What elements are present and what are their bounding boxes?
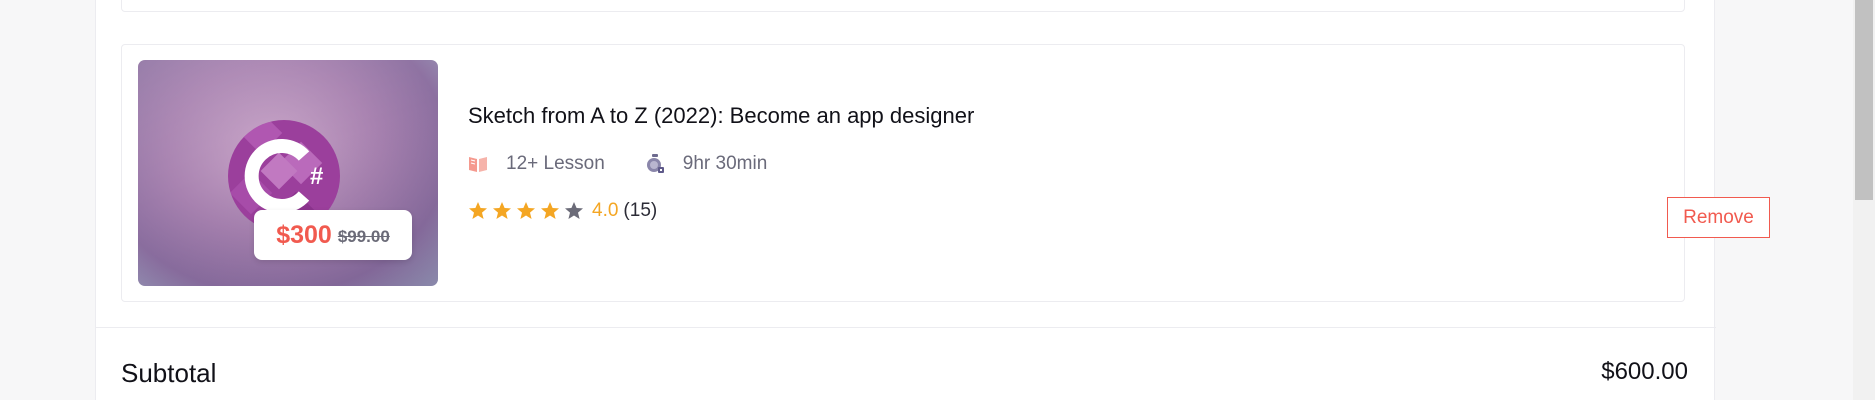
lessons-count: 12+ Lesson: [506, 153, 605, 174]
star-icon: [469, 202, 487, 219]
book-icon: [469, 157, 487, 172]
divider: [96, 327, 1716, 328]
stopwatch-icon: [646, 154, 664, 173]
previous-cart-item: [121, 0, 1685, 12]
duration-info: 9hr 30min: [645, 153, 768, 175]
subtotal-value: $600.00: [1601, 358, 1688, 385]
course-rating: 4.0 (15): [468, 200, 657, 222]
lessons-info: 12+ Lesson: [468, 153, 605, 175]
subtotal-label: Subtotal: [121, 358, 217, 388]
rating-count: (15): [623, 200, 658, 221]
cart-item: # $300 $99.00 Sketch from A to Z (2022):…: [121, 44, 1770, 302]
course-meta: 12+ Lesson 9hr 30min: [468, 153, 767, 175]
course-title[interactable]: Sketch from A to Z (2022): Become an app…: [468, 103, 974, 129]
rating-value: 4.0: [592, 200, 619, 221]
scrollbar-thumb[interactable]: [1855, 0, 1873, 200]
scrollbar[interactable]: [1853, 0, 1875, 400]
cart-panel: # $300 $99.00 Sketch from A to Z (2022):…: [95, 0, 1770, 400]
remove-button[interactable]: Remove: [1667, 197, 1770, 238]
course-duration: 9hr 30min: [682, 153, 768, 174]
svg-text:#: #: [310, 163, 323, 190]
course-price: $300: [276, 220, 332, 249]
price-badge: $300 $99.00: [254, 210, 412, 260]
star-icon: [541, 202, 559, 219]
course-original-price: $99.00: [337, 227, 390, 246]
star-icon: [517, 202, 535, 219]
course-thumbnail[interactable]: # $300 $99.00: [138, 60, 438, 286]
star-icon: [493, 202, 511, 219]
star-empty-icon: [565, 202, 583, 219]
